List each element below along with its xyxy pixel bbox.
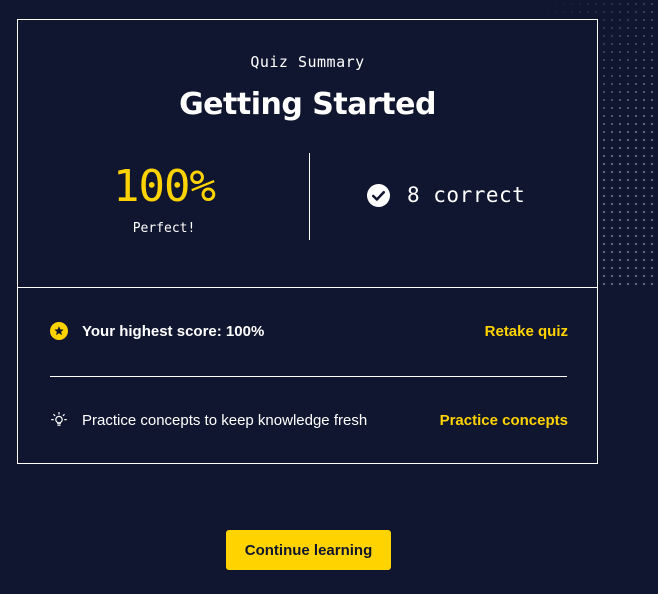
highest-score-text: Your highest score: 100% [82,322,265,340]
quiz-summary-card: Quiz Summary Getting Started 100% Perfec… [17,19,598,464]
correct-count: 8 correct [367,182,525,208]
lightbulb-icon [50,411,68,429]
star-badge-icon [50,322,68,340]
continue-learning-button[interactable]: Continue learning [226,530,391,570]
retake-quiz-link[interactable]: Retake quiz [485,323,568,340]
score-section: 100% Perfect! [18,153,310,241]
quiz-title: Getting Started [179,87,436,122]
score-label: Perfect! [132,221,196,236]
horizontal-divider [50,376,567,377]
summary-header: Quiz Summary Getting Started 100% Perfec… [18,20,597,288]
quiz-summary-label: Quiz Summary [250,53,365,71]
practice-concepts-link[interactable]: Practice concepts [440,412,568,429]
vertical-divider [309,153,310,240]
practice-row: Practice concepts to keep knowledge fres… [50,408,568,432]
highest-score-row: Your highest score: 100% Retake quiz [50,319,568,343]
score-percentage: 100% [113,161,216,212]
practice-text: Practice concepts to keep knowledge fres… [82,411,368,429]
check-circle-icon [367,183,390,207]
correct-count-text: 8 correct [407,183,526,207]
